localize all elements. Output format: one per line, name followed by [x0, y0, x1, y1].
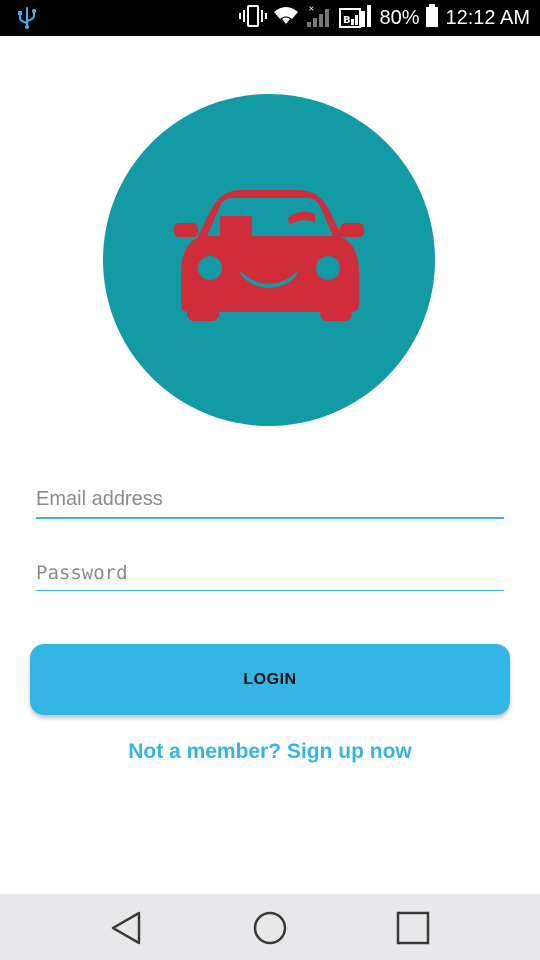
recents-icon[interactable]	[393, 908, 433, 948]
signal-icon: B	[339, 3, 373, 34]
signal-icon: ×	[305, 4, 333, 33]
signup-link[interactable]: Not a member? Sign up now	[0, 740, 540, 764]
navigation-bar	[0, 894, 540, 960]
status-bar: × B 80% 12:12 AM	[0, 0, 540, 36]
password-field[interactable]	[36, 562, 504, 591]
svg-text:B: B	[343, 15, 351, 26]
clock: 12:12 AM	[445, 6, 530, 29]
app-logo	[103, 94, 435, 426]
battery-icon	[425, 3, 439, 33]
wifi-icon	[273, 5, 299, 32]
usb-icon	[16, 6, 38, 35]
back-icon[interactable]	[107, 908, 147, 948]
home-icon[interactable]	[250, 908, 290, 948]
svg-text:×: ×	[308, 4, 315, 13]
battery-percent: 80%	[379, 6, 420, 29]
vibrate-icon	[239, 4, 268, 32]
email-input[interactable]	[36, 488, 504, 517]
password-input[interactable]	[36, 562, 504, 590]
login-button[interactable]: LOGIN	[30, 644, 510, 715]
email-field[interactable]	[36, 488, 504, 519]
